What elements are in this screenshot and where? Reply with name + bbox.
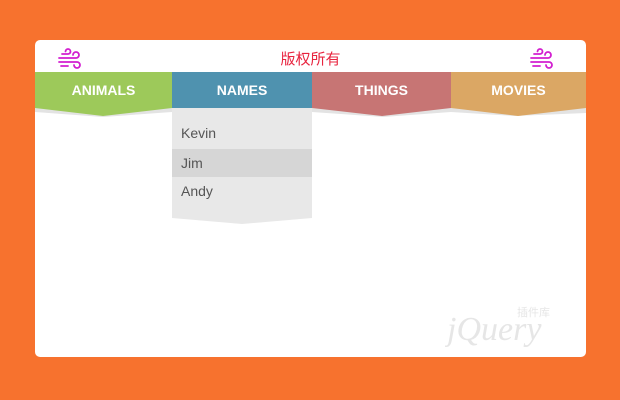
dropdown-item-andy[interactable]: Andy [172, 177, 312, 205]
tab-point [451, 108, 586, 116]
tab-movies[interactable]: MOVIES [451, 72, 586, 116]
tab-animals[interactable]: ANIMALS [35, 72, 172, 116]
page-title: 版权所有 [280, 51, 341, 68]
watermark-subtext: 插件库 [517, 305, 550, 319]
tab-names[interactable]: NAMES [172, 72, 312, 108]
card-panel: 版权所有 ANIMALS NAMES THINGS MOVIES Kevin J… [35, 40, 586, 357]
wind-icon[interactable] [529, 47, 555, 69]
tab-label: NAMES [216, 82, 268, 98]
tab-point [312, 108, 451, 116]
tab-label: ANIMALS [71, 82, 136, 98]
top-bar: 版权所有 [35, 40, 586, 72]
tab-things[interactable]: THINGS [312, 72, 451, 116]
dropdown-item-jim[interactable]: Jim [172, 149, 312, 177]
tab-label: THINGS [355, 82, 408, 98]
tab-point [35, 108, 172, 116]
names-dropdown: Kevin Jim Andy [172, 108, 312, 224]
main-nav: ANIMALS NAMES THINGS MOVIES [35, 72, 586, 116]
tab-label: MOVIES [491, 82, 546, 98]
jquery-watermark: jQuery 插件库 [443, 302, 580, 350]
dropdown-item-kevin[interactable]: Kevin [172, 119, 312, 147]
